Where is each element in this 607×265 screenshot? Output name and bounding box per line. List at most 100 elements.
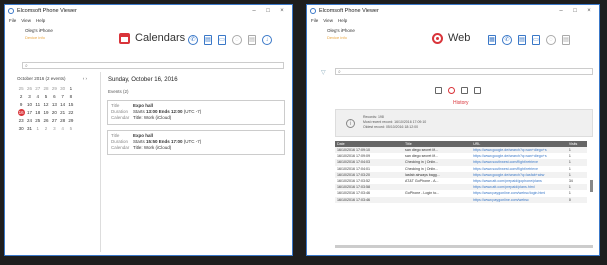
event-calendar-key: Calendar [111,115,130,120]
calendar-day[interactable]: 23 [17,116,25,124]
close-button[interactable]: × [275,8,289,14]
calendar-day[interactable]: 15 [67,100,75,108]
table-row[interactable]: 16/10/2016 17:03:46 https://www.paygonlin… [335,196,587,203]
calendar-day[interactable]: 28 [42,84,50,92]
calendar-day[interactable]: 3 [25,92,33,100]
messages-icon[interactable]: ▭ [218,35,226,45]
calendar-day[interactable]: 1 [34,124,42,132]
calendar-day[interactable]: 24 [25,116,33,124]
event-calendar: Title: Work (iCloud) [133,115,172,120]
search-input[interactable]: ⌕ [335,68,593,75]
calendar-day-number: 23 [18,117,24,123]
notes-icon[interactable]: ◌ [232,35,242,45]
calendar-day[interactable]: 20 [50,108,58,116]
calendar-day[interactable]: 29 [50,84,58,92]
phone-icon[interactable]: ✆ [188,35,198,45]
contacts-icon[interactable]: ▤ [518,35,526,45]
calendar-day[interactable]: 19 [42,108,50,116]
more-icon[interactable]: ↓ [262,35,272,45]
bookmarks-icon[interactable] [435,87,442,94]
calendar-day[interactable]: 16 [17,108,25,116]
calendar-day[interactable]: 21 [58,108,66,116]
calendar-day[interactable]: 2 [42,124,50,132]
history-icon[interactable] [448,87,455,94]
cell-url[interactable]: https://www.paygonline.com/websc [471,196,567,203]
calendar-day[interactable]: 6 [50,92,58,100]
calendar-day[interactable]: 4 [34,92,42,100]
maximize-button[interactable]: □ [261,8,275,14]
calendar-day[interactable]: 25 [34,116,42,124]
calendar-day-number: 29 [51,85,57,91]
calendar-day[interactable]: 9 [17,100,25,108]
menu-view[interactable]: View [323,18,333,23]
phone-icon[interactable]: ✆ [502,35,512,45]
calendar-day[interactable]: 11 [34,100,42,108]
menu-help[interactable]: Help [338,18,347,23]
device-subtitle[interactable]: Device info [327,35,355,40]
calendar-week: 16 17 18 19 20 21 22 [17,108,75,116]
event-card[interactable]: Title Expo hall Duration Starts 13:00 Ends … [107,100,285,125]
calendar-day[interactable]: 8 [67,92,75,100]
calendar-week: 2345678 [17,92,75,100]
search-input[interactable]: ⌕ [22,62,284,69]
calendar-day-number: 21 [60,109,66,115]
documents-icon[interactable]: ▤ [248,35,256,45]
documents-icon[interactable]: ▤ [562,35,570,45]
search-history-icon[interactable] [461,87,468,94]
event-duration-suffix: (UTC -7) [182,139,202,144]
month-nav[interactable]: ‹ › [83,76,87,81]
close-button[interactable]: × [582,8,596,14]
calendar-icon[interactable]: ▦ [488,35,496,45]
category-toolbar: ▦ ✆ ▤ ▭ ◌ ▤ [488,35,570,45]
device-info[interactable]: Oleg's iPhone Device info [25,28,53,40]
calendar-day[interactable]: 3 [50,124,58,132]
calendar-day[interactable]: 4 [58,124,66,132]
event-card[interactable]: Title Expo hall Duration Starts 15:50 Ends … [107,130,285,155]
app-icon [8,8,14,14]
calendar-day[interactable]: 1 [67,84,75,92]
menu-help[interactable]: Help [36,18,45,23]
notes-icon[interactable]: ◌ [546,35,556,45]
calendar-day[interactable]: 7 [58,92,66,100]
event-title: Expo hall [133,133,154,138]
calendar-day[interactable]: 18 [34,108,42,116]
calendar-day-number: 25 [18,85,24,91]
scrollbar-thumb[interactable] [590,180,593,192]
calendar-day[interactable]: 28 [58,116,66,124]
calendar-day-number: 15 [68,101,74,107]
calendar-day[interactable]: 14 [58,100,66,108]
calendar-day[interactable]: 31 [25,124,33,132]
tabs-icon[interactable] [474,87,481,94]
maximize-button[interactable]: □ [568,8,582,14]
calendar-day[interactable]: 17 [25,108,33,116]
minimize-button[interactable]: – [554,8,568,14]
messages-icon[interactable]: ▭ [532,35,540,45]
calendar-day[interactable]: 26 [42,116,50,124]
calendar-day[interactable]: 30 [58,84,66,92]
calendar-day[interactable]: 25 [17,84,25,92]
device-subtitle[interactable]: Device info [25,35,53,40]
calendar-day[interactable]: 10 [25,100,33,108]
menu-file[interactable]: File [311,18,318,23]
calendar-day[interactable]: 27 [50,116,58,124]
menu-view[interactable]: View [21,18,31,23]
calendar-day[interactable]: 27 [34,84,42,92]
minimize-button[interactable]: – [247,8,261,14]
calendar-day[interactable]: 22 [67,108,75,116]
filter-icon[interactable]: ▽ [321,69,326,76]
window-title: Elcomsoft Phone Viewer [319,8,379,14]
device-name: Oleg's iPhone [327,28,355,33]
menu-file[interactable]: File [9,18,16,23]
calendar-day[interactable]: 12 [42,100,50,108]
horizontal-scrollbar[interactable] [335,245,593,248]
calendar-day[interactable]: 13 [50,100,58,108]
device-info[interactable]: Oleg's iPhone Device info [327,28,355,40]
calendar-day[interactable]: 5 [42,92,50,100]
event-duration-prefix: Starts [133,139,147,144]
contacts-icon[interactable]: ▤ [204,35,212,45]
calendar-day[interactable]: 29 [67,116,75,124]
calendar-day[interactable]: 30 [17,124,25,132]
calendar-day[interactable]: 26 [25,84,33,92]
calendar-day[interactable]: 5 [67,124,75,132]
calendar-day[interactable]: 2 [17,92,25,100]
